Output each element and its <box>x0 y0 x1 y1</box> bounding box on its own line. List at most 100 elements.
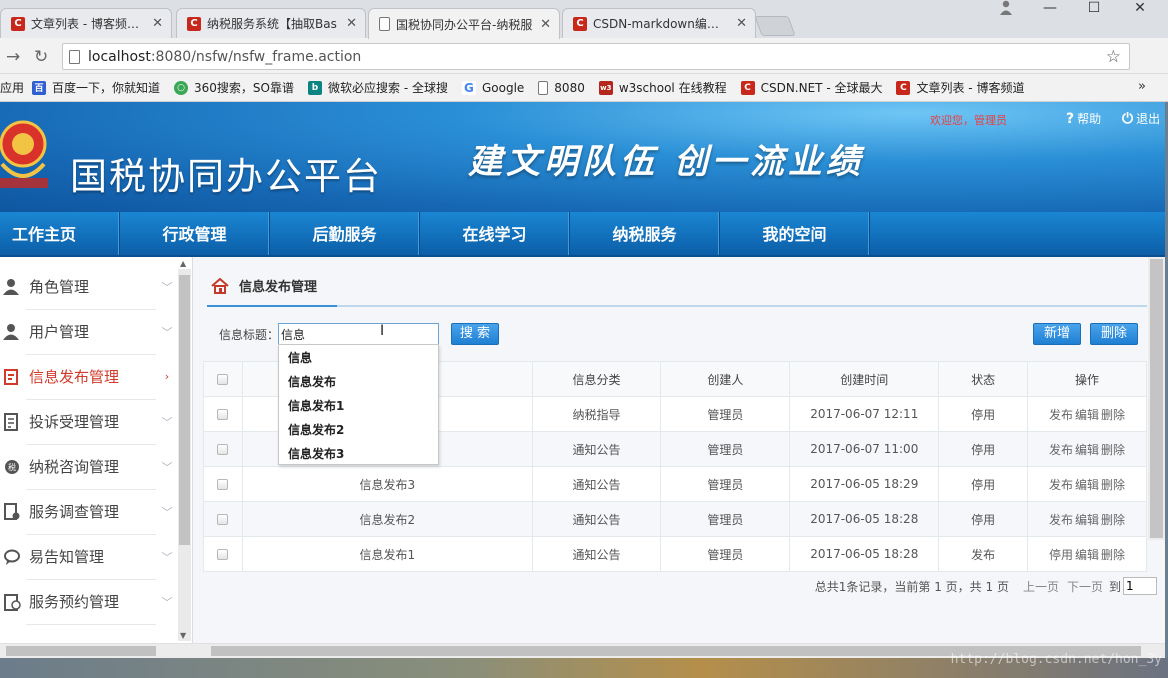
browser-tab[interactable]: C 纳税服务系统【抽取Bas ✕ <box>176 8 366 38</box>
scroll-thumb[interactable] <box>1150 259 1163 538</box>
publish-link[interactable]: 发布 <box>1049 513 1073 527</box>
publish-link[interactable]: 发布 <box>1049 408 1073 422</box>
search-input[interactable] <box>278 323 439 345</box>
cell-actions: 停用 编辑 删除 <box>1027 536 1147 572</box>
close-icon[interactable]: ✕ <box>540 17 551 32</box>
chevron-down-icon: ﹀ <box>161 325 173 339</box>
scroll-down-icon[interactable]: ▼ <box>180 631 186 640</box>
cell-category: 通知公告 <box>531 501 662 537</box>
cell-creator: 管理员 <box>660 501 791 537</box>
delete-link[interactable]: 删除 <box>1101 548 1125 562</box>
select-all-cell[interactable] <box>203 361 243 397</box>
sidebar-item-role[interactable]: 角色管理 ﹀ <box>0 264 180 309</box>
nav-logistics[interactable]: 后勤服务 <box>270 212 420 255</box>
bookmark-star-icon[interactable]: ☆ <box>1106 47 1121 67</box>
edit-link[interactable]: 编辑 <box>1075 478 1099 492</box>
bookmark-label: 微软必应搜索 - 全球搜 <box>328 81 448 95</box>
help-link[interactable]: ? 帮助 <box>1066 110 1101 127</box>
sidebar-item-user[interactable]: 用户管理 ﹀ <box>0 309 180 354</box>
user-icon[interactable] <box>984 0 1028 18</box>
bookmark-baidu[interactable]: 百百度一下，你就知道 <box>32 79 160 96</box>
row-checkbox[interactable] <box>217 514 229 525</box>
bookmark-bing[interactable]: b 微软必应搜索 - 全球搜 <box>308 79 448 96</box>
bookmark-8080[interactable]: 8080 <box>538 80 585 95</box>
publish-link[interactable]: 发布 <box>1049 443 1073 457</box>
nav-admin[interactable]: 行政管理 <box>120 212 270 255</box>
select-all-checkbox[interactable] <box>217 374 229 385</box>
row-checkbox[interactable] <box>217 444 229 455</box>
delete-link[interactable]: 删除 <box>1101 443 1125 457</box>
suggestion-item[interactable]: 信息发布1 <box>279 394 438 418</box>
suggestion-item[interactable]: 信息发布 <box>279 370 438 394</box>
edit-link[interactable]: 编辑 <box>1075 408 1099 422</box>
sidebar-item-consult[interactable]: 税 纳税咨询管理 ﹀ <box>0 444 180 489</box>
suggestion-item[interactable]: 信息 <box>279 346 438 370</box>
page-number-input[interactable] <box>1123 577 1157 595</box>
sidebar-horizontal-scrollbar[interactable] <box>0 643 193 658</box>
cell-creator: 管理员 <box>660 431 791 467</box>
page-icon <box>379 17 390 31</box>
pagination: 总共1条记录，当前第 1 页，共 1 页 上一页 下一页 到 <box>815 577 1157 595</box>
sidebar-item-survey[interactable]: 服务调查管理 ﹀ <box>0 489 180 534</box>
bookmark-article-list[interactable]: C 文章列表 - 博客频道 <box>896 79 1024 96</box>
prev-page-link[interactable]: 上一页 <box>1023 578 1059 595</box>
cell-time: 2017-06-05 18:28 <box>789 536 940 572</box>
edit-link[interactable]: 编辑 <box>1075 548 1099 562</box>
pager-summary: 总共1条记录，当前第 1 页，共 1 页 <box>814 579 1009 594</box>
app-slogan: 建文明队伍 创一流业绩 <box>468 142 864 182</box>
nav-online-learning[interactable]: 在线学习 <box>420 212 570 255</box>
reload-icon[interactable]: ↻ <box>34 47 48 67</box>
url-input[interactable]: localhost :8080/nsfw/nsfw_frame.action ☆ <box>62 43 1130 70</box>
nav-home[interactable]: 工作主页 <box>0 212 120 255</box>
browser-tab[interactable]: C CSDN-markdown编辑器 ✕ <box>562 8 756 38</box>
close-icon[interactable]: ✕ <box>346 16 357 31</box>
new-tab-button[interactable] <box>754 16 796 36</box>
next-page-link[interactable]: 下一页 <box>1067 578 1103 595</box>
minimize-icon[interactable]: — <box>1028 0 1072 18</box>
app-header: 国税协同办公平台 建文明队伍 创一流业绩 欢迎您，管理员 ? 帮助 ⏻ 退出 <box>0 102 1165 212</box>
stop-link[interactable]: 停用 <box>1049 548 1073 562</box>
edit-link[interactable]: 编辑 <box>1075 443 1099 457</box>
chevron-down-icon: ﹀ <box>161 460 173 474</box>
bookmark-apps[interactable]: 应用 <box>0 79 24 96</box>
nav-tax-service[interactable]: 纳税服务 <box>570 212 720 255</box>
logout-link[interactable]: ⏻ 退出 <box>1122 110 1160 127</box>
browser-tab-active[interactable]: 国税协同办公平台-纳税服 ✕ <box>368 8 560 39</box>
delete-link[interactable]: 删除 <box>1101 478 1125 492</box>
close-icon[interactable]: ✕ <box>736 16 747 31</box>
forward-icon[interactable]: → <box>6 47 20 67</box>
search-button[interactable]: 搜 索 <box>451 323 499 345</box>
row-checkbox[interactable] <box>217 549 229 560</box>
url-host: localhost <box>88 48 151 65</box>
close-icon[interactable]: ✕ <box>152 16 163 31</box>
publish-link[interactable]: 发布 <box>1049 478 1073 492</box>
delete-button[interactable]: 删除 <box>1090 323 1138 345</box>
suggestion-item[interactable]: 信息发布3 <box>279 442 438 466</box>
scroll-thumb[interactable] <box>179 275 190 545</box>
add-button[interactable]: 新增 <box>1033 323 1081 345</box>
delete-link[interactable]: 删除 <box>1101 513 1125 527</box>
window-close-icon[interactable]: ✕ <box>1118 0 1162 18</box>
row-checkbox[interactable] <box>217 479 229 490</box>
sidebar-item-complaint[interactable]: 投诉受理管理 ﹀ <box>0 399 180 444</box>
nav-my-space[interactable]: 我的空间 <box>720 212 870 255</box>
browser-tab[interactable]: C 文章列表 - 博客频道 - C ✕ <box>0 8 172 38</box>
suggestion-item[interactable]: 信息发布2 <box>279 418 438 442</box>
bookmark-w3school[interactable]: w3 w3school 在线教程 <box>598 79 727 96</box>
bookmarks-more-button[interactable]: » <box>1138 79 1146 94</box>
delete-link[interactable]: 删除 <box>1101 408 1125 422</box>
help-icon: ? <box>1066 110 1075 127</box>
sidebar-item-publish[interactable]: 信息发布管理 › <box>0 354 180 399</box>
bookmark-google[interactable]: G Google <box>461 80 524 95</box>
scroll-thumb[interactable] <box>6 646 156 656</box>
sidebar-item-appointment[interactable]: 服务预约管理 ﹀ <box>0 579 180 624</box>
bookmark-csdn[interactable]: C CSDN.NET - 全球最大 <box>740 79 882 96</box>
edit-link[interactable]: 编辑 <box>1075 513 1099 527</box>
scroll-up-icon[interactable]: ▲ <box>180 259 186 268</box>
content-vertical-scrollbar[interactable] <box>1148 257 1165 540</box>
sidebar-scrollbar[interactable]: ▲ ▼ <box>178 259 191 641</box>
sidebar-item-notify[interactable]: 易告知管理 ﹀ <box>0 534 180 579</box>
bookmark-360[interactable]: ○ 360搜索，SO靠谱 <box>174 79 294 96</box>
maximize-icon[interactable]: ☐ <box>1072 0 1116 18</box>
row-checkbox[interactable] <box>217 409 229 420</box>
